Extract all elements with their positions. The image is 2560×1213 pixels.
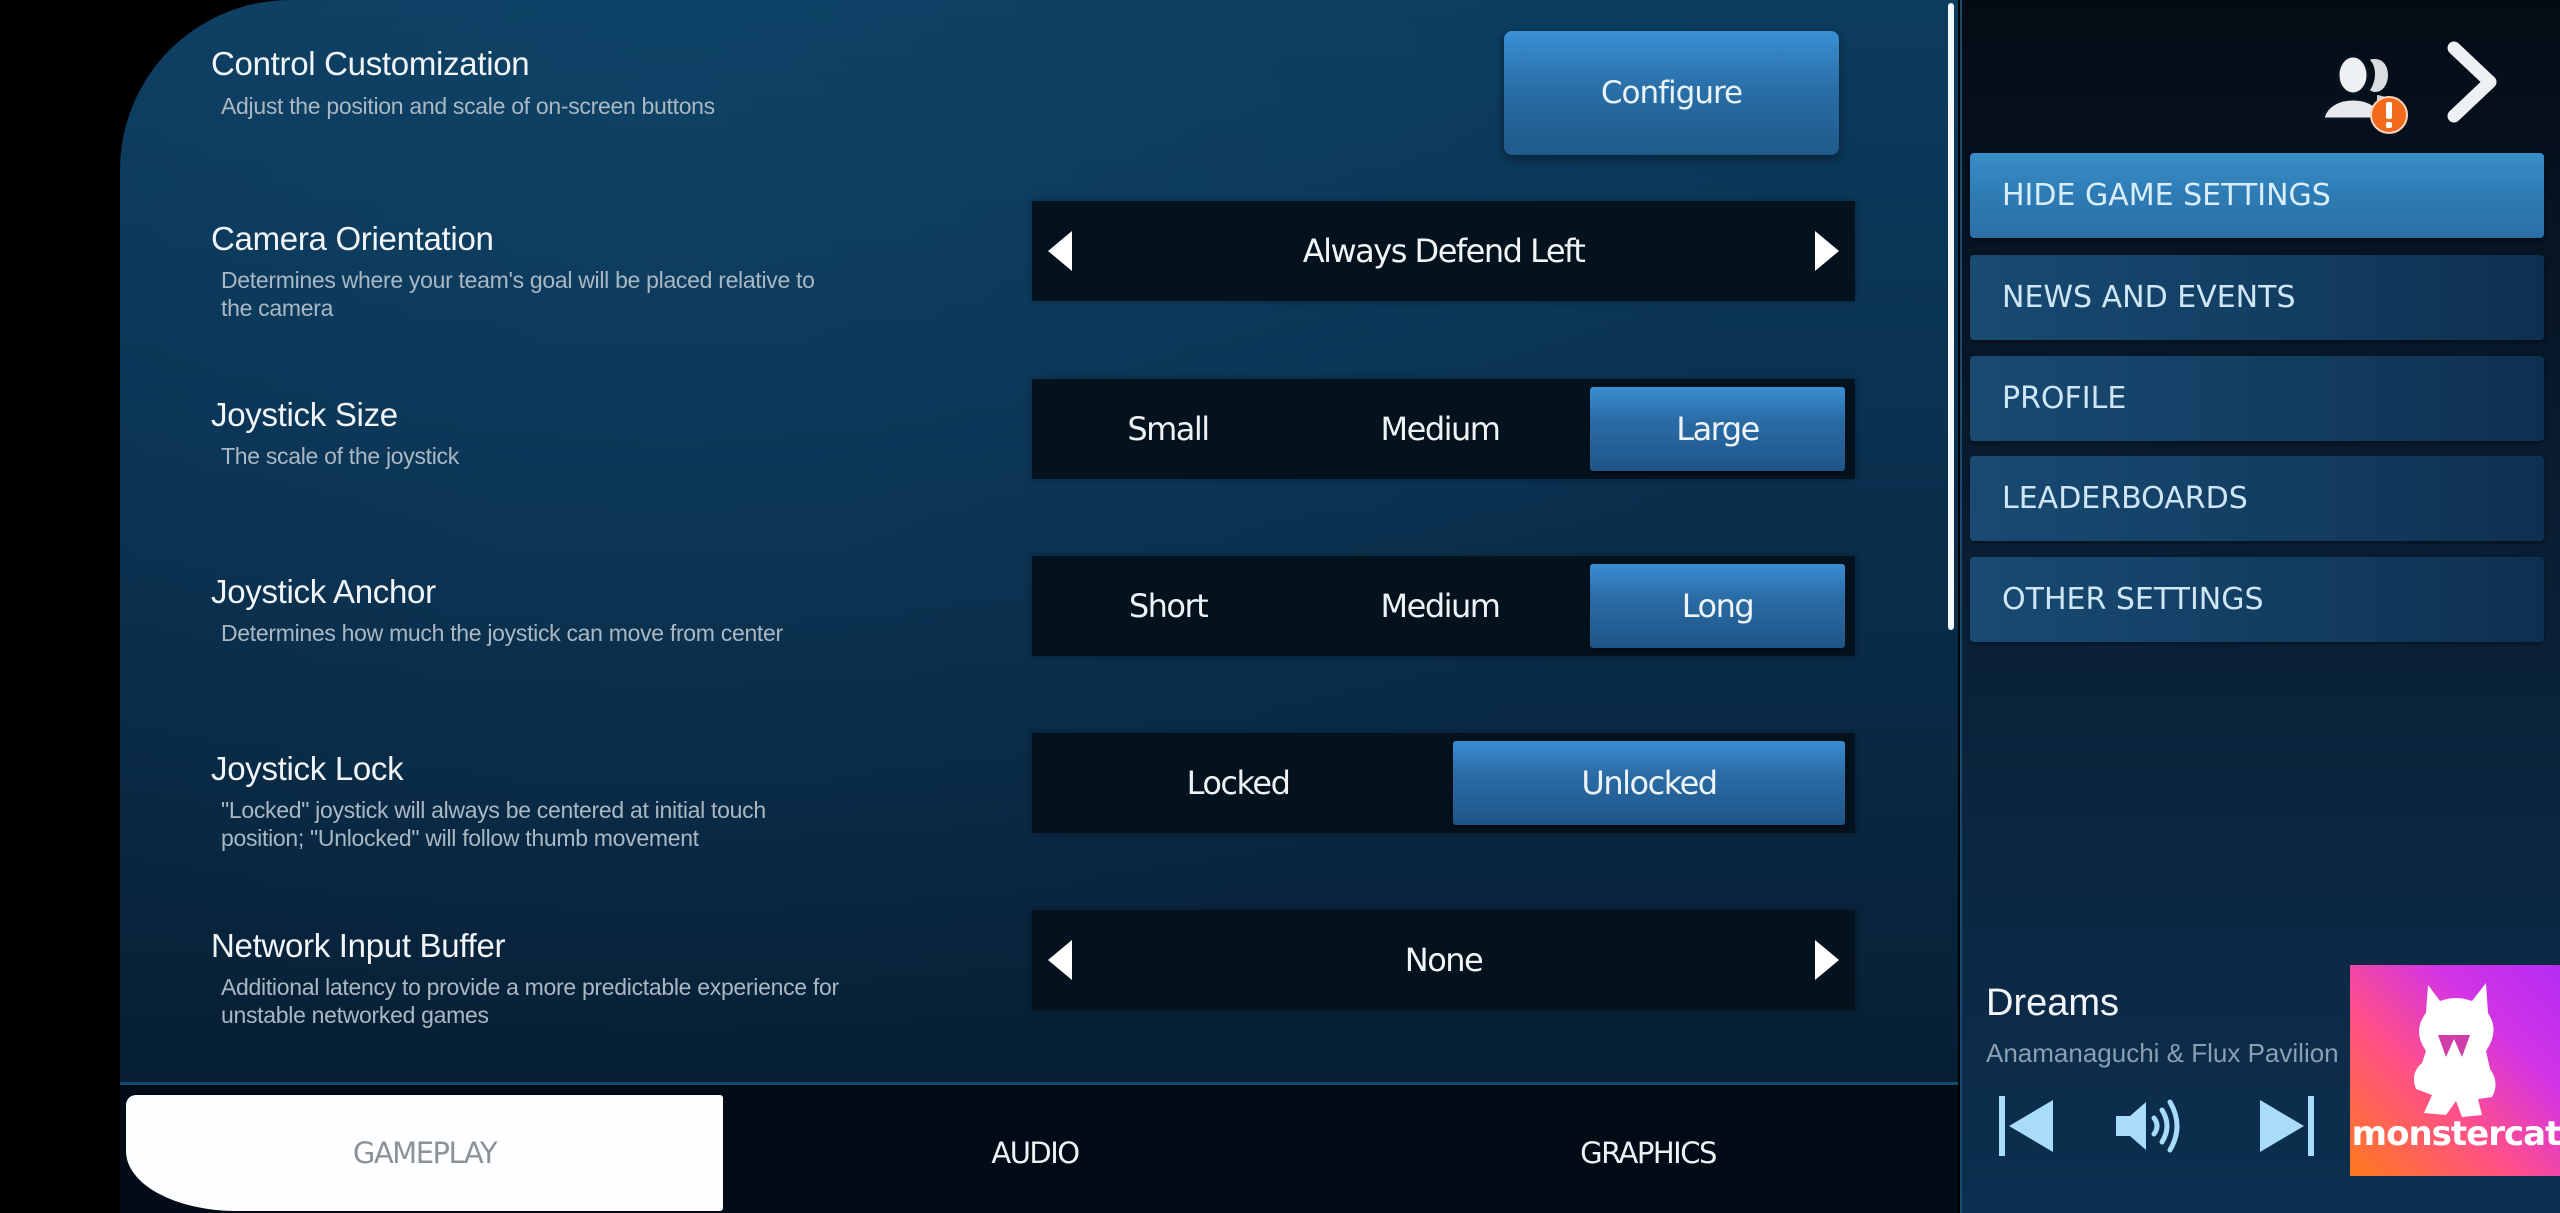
song-title: Dreams (1986, 982, 2120, 1024)
tab-audio[interactable]: AUDIO (823, 1095, 1247, 1211)
joystick-anchor-title: Joystick Anchor (211, 573, 436, 610)
joystick-lock-option-locked[interactable]: Locked (1032, 733, 1444, 833)
menu-hide-game-settings[interactable]: HIDE GAME SETTINGS (1970, 153, 2544, 238)
network-input-buffer-selector: None (1032, 910, 1855, 1010)
network-input-buffer-title: Network Input Buffer (211, 927, 506, 964)
joystick-anchor-option-medium[interactable]: Medium (1304, 556, 1576, 656)
network-input-buffer-description: Additional latency to provide a more pre… (221, 974, 839, 1028)
camera-orientation-title: Camera Orientation (211, 220, 494, 257)
scrollbar[interactable] (1948, 3, 1954, 630)
camera-orientation-description: Determines where your team's goal will b… (221, 267, 815, 321)
camera-orientation-value: Always Defend Left (1302, 232, 1586, 270)
joystick-lock-title: Joystick Lock (211, 750, 404, 787)
joystick-lock-segmented: Locked Unlocked (1032, 733, 1855, 833)
album-label: monstercat (2351, 1114, 2560, 1154)
previous-track-icon[interactable] (1995, 1092, 2065, 1160)
tab-gameplay[interactable]: GAMEPLAY (126, 1095, 723, 1211)
joystick-anchor-segmented: Short Medium Long (1032, 556, 1855, 656)
menu-profile[interactable]: PROFILE (1970, 356, 2544, 441)
joystick-lock-description: "Locked" joystick will always be centere… (221, 797, 766, 851)
joystick-size-option-small[interactable]: Small (1032, 379, 1304, 479)
joystick-anchor-description: Determines how much the joystick can mov… (221, 620, 783, 646)
sidebar: HIDE GAME SETTINGS NEWS AND EVENTS PROFI… (1960, 0, 2560, 1213)
arrow-right-icon[interactable] (1815, 940, 1839, 980)
joystick-lock-option-unlocked[interactable]: Unlocked (1453, 741, 1845, 825)
configure-button[interactable]: Configure (1504, 31, 1839, 155)
joystick-anchor-option-long[interactable]: Long (1590, 564, 1845, 648)
joystick-size-title: Joystick Size (211, 396, 398, 433)
control-customization-title: Control Customization (211, 45, 530, 82)
control-customization-description: Adjust the position and scale of on-scre… (221, 93, 715, 119)
menu-other-settings[interactable]: OTHER SETTINGS (1970, 557, 2544, 642)
song-artist: Anamanaguchi & Flux Pavilion (1986, 1038, 2339, 1068)
album-art: monstercat (2350, 965, 2560, 1176)
friends-alert-icon[interactable] (2317, 45, 2417, 137)
camera-orientation-selector: Always Defend Left (1032, 201, 1855, 301)
menu-leaderboards[interactable]: LEADERBOARDS (1970, 456, 2544, 541)
joystick-size-option-medium[interactable]: Medium (1304, 379, 1576, 479)
settings-panel: Control Customization Adjust the positio… (120, 0, 1958, 1213)
next-track-icon[interactable] (2248, 1092, 2318, 1160)
tab-bar: GAMEPLAY AUDIO GRAPHICS (120, 1085, 1958, 1213)
menu-news-and-events[interactable]: NEWS AND EVENTS (1970, 255, 2544, 340)
joystick-size-segmented: Small Medium Large (1032, 379, 1855, 479)
joystick-anchor-option-short[interactable]: Short (1032, 556, 1304, 656)
volume-icon[interactable] (2112, 1092, 2182, 1160)
joystick-size-description: The scale of the joystick (221, 443, 459, 469)
tab-graphics[interactable]: GRAPHICS (1436, 1095, 1860, 1211)
arrow-right-icon[interactable] (1815, 231, 1839, 271)
network-input-buffer-value: None (1404, 941, 1484, 979)
joystick-size-option-large[interactable]: Large (1590, 387, 1845, 471)
chevron-right-icon[interactable] (2444, 40, 2500, 124)
